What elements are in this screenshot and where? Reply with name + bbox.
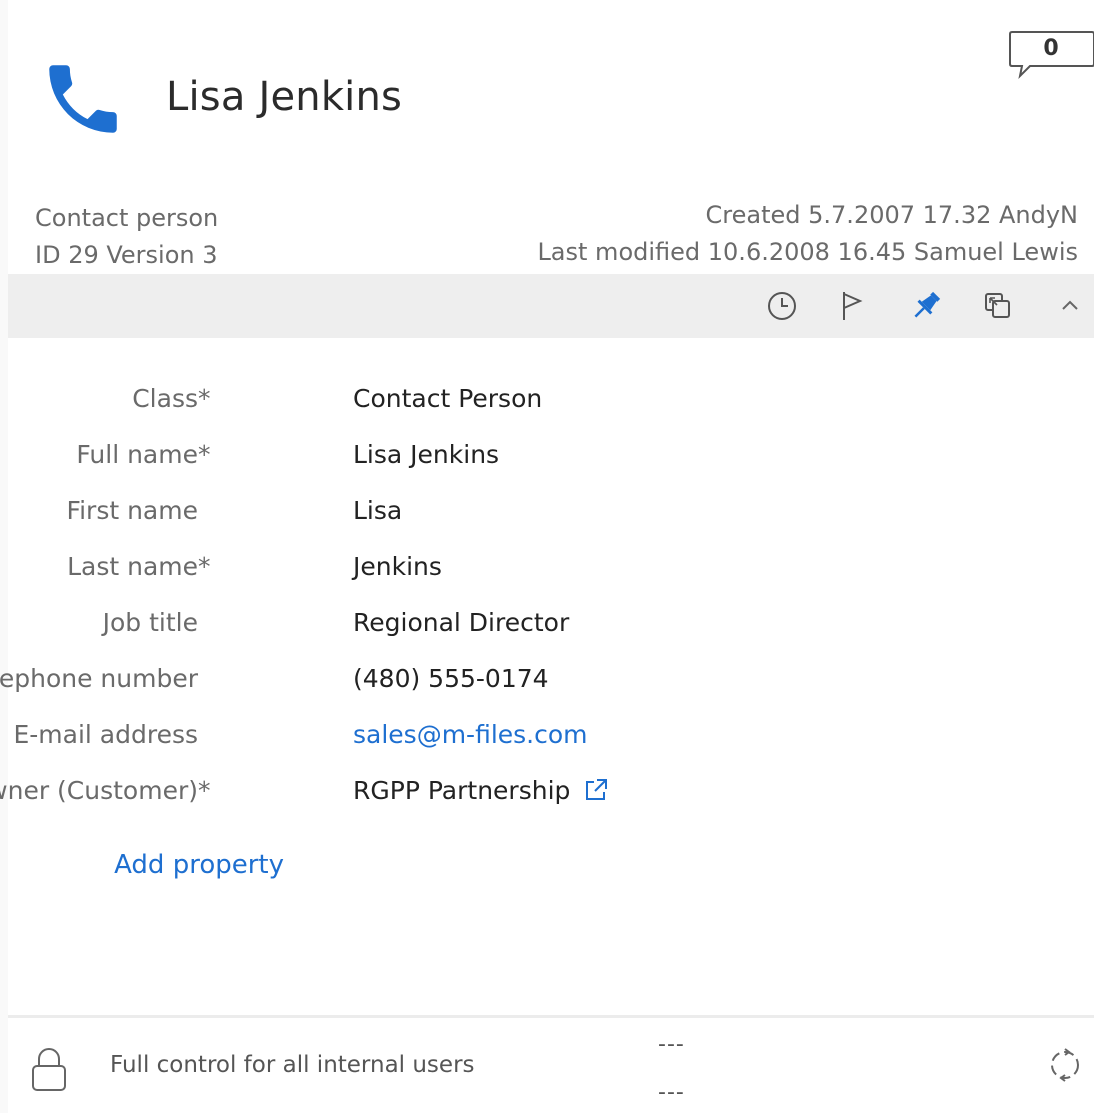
workflow-flag-icon	[843, 292, 863, 320]
collapse-button[interactable]	[1052, 288, 1088, 324]
property-value[interactable]: RGPP Partnership	[353, 776, 610, 805]
property-value[interactable]: Lisa	[353, 496, 402, 525]
property-label: Telephone number	[0, 664, 198, 693]
object-type-label: Contact person	[35, 204, 219, 232]
pin-icon	[914, 291, 941, 318]
modified-info: Last modified 10.6.2008 16.45 Samuel Lew…	[537, 238, 1078, 266]
workflow-button[interactable]	[834, 288, 870, 324]
comments-button[interactable]: 0	[1008, 30, 1094, 80]
email-link[interactable]: sales@m-files.com	[353, 720, 588, 749]
property-label: Class*	[132, 384, 211, 413]
property-value[interactable]: Contact Person	[353, 384, 542, 413]
property-label: Full name*	[76, 440, 211, 469]
refresh-icon[interactable]	[1046, 1046, 1084, 1084]
property-row-owner[interactable]: Owner (Customer)* RGPP Partnership	[0, 776, 1008, 832]
property-row-last-name[interactable]: Last name* Jenkins	[8, 552, 1008, 608]
object-meta-left: Contact person ID 29 Version 3	[35, 200, 218, 274]
metadata-toolbar	[8, 274, 1094, 338]
relationships-button[interactable]	[980, 288, 1016, 324]
comment-count: 0	[1043, 36, 1059, 61]
phone-icon	[49, 65, 117, 133]
property-value[interactable]: Regional Director	[353, 608, 569, 637]
created-info: Created 5.7.2007 17.32 AndyN	[705, 201, 1078, 229]
object-id-version: ID 29 Version 3	[35, 241, 218, 269]
history-icon	[768, 292, 796, 320]
add-property-link[interactable]: Add property	[114, 850, 284, 880]
property-value[interactable]: (480) 555-0174	[353, 664, 549, 693]
history-button[interactable]	[764, 288, 800, 324]
relationships-icon	[985, 293, 1010, 318]
property-label: First name	[66, 496, 198, 525]
object-title: Lisa Jenkins	[166, 74, 403, 120]
property-row-job-title[interactable]: Job title Regional Director	[8, 608, 1008, 664]
collapse-chevron-icon	[1062, 300, 1078, 310]
property-row-telephone[interactable]: Telephone number (480) 555-0174	[0, 664, 1008, 720]
object-meta-right: Created 5.7.2007 17.32 AndyN Last modifi…	[537, 197, 1078, 271]
property-row-class[interactable]: Class* Contact Person	[8, 384, 1008, 440]
owner-value[interactable]: RGPP Partnership	[353, 776, 570, 805]
property-value[interactable]: Lisa Jenkins	[353, 440, 499, 469]
property-row-email[interactable]: E-mail address sales@m-files.com	[8, 720, 1008, 776]
property-row-full-name[interactable]: Full name* Lisa Jenkins	[8, 440, 1008, 496]
permissions-label[interactable]: Full control for all internal users	[110, 1052, 475, 1078]
property-label: Owner (Customer)*	[0, 776, 211, 805]
open-external-icon[interactable]	[582, 776, 610, 804]
workflow-placeholder: ---	[658, 1032, 685, 1057]
property-row-first-name[interactable]: First name Lisa	[8, 496, 1008, 552]
property-label: Job title	[102, 608, 198, 637]
property-label: E-mail address	[13, 720, 198, 749]
footer-divider	[8, 1015, 1094, 1018]
state-placeholder: ---	[658, 1080, 685, 1105]
object-header: Lisa Jenkins 0	[8, 0, 1094, 190]
left-rail	[0, 0, 8, 1113]
lock-icon	[32, 1048, 66, 1091]
property-label: Last name*	[67, 552, 211, 581]
pin-button[interactable]	[908, 288, 944, 324]
property-value[interactable]: Jenkins	[353, 552, 442, 581]
